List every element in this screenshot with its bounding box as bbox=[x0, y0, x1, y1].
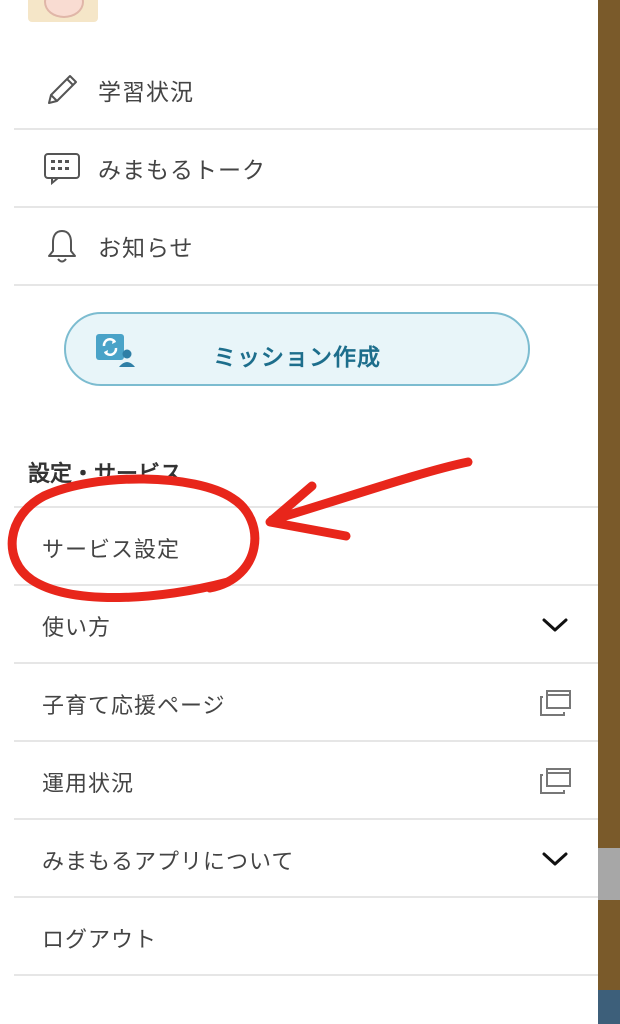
menu-item-learning-status[interactable]: 学習状況 bbox=[14, 52, 598, 130]
chat-board-icon bbox=[42, 148, 82, 188]
settings-item-how-to-use[interactable]: 使い方 bbox=[14, 586, 598, 664]
background-page-edge bbox=[598, 0, 620, 1024]
settings-item-logout[interactable]: ログアウト bbox=[14, 898, 598, 976]
settings-item-parenting-support[interactable]: 子育て応援ページ bbox=[14, 664, 598, 742]
external-window-icon bbox=[538, 686, 572, 720]
settings-item-label: サービス設定 bbox=[42, 538, 181, 563]
chevron-down-icon[interactable] bbox=[538, 608, 572, 642]
settings-item-label: みまもるアプリについて bbox=[42, 850, 295, 875]
create-mission-button[interactable]: ミッション作成 bbox=[64, 312, 530, 386]
settings-item-label: 子育て応援ページ bbox=[42, 694, 226, 719]
navigation-drawer: 学習状況 みまもるトーク お知らせ ミッション作成 設定・サービス サービス設定… bbox=[0, 0, 598, 1024]
menu-item-notifications[interactable]: お知らせ bbox=[14, 208, 598, 286]
menu-item-mimamoru-talk[interactable]: みまもるトーク bbox=[14, 130, 598, 208]
settings-item-label: 使い方 bbox=[42, 616, 112, 641]
settings-item-operation-status[interactable]: 運用状況 bbox=[14, 742, 598, 820]
settings-item-label: ログアウト bbox=[42, 928, 158, 953]
settings-item-about-app[interactable]: みまもるアプリについて bbox=[14, 820, 598, 898]
create-mission-label: ミッション作成 bbox=[213, 345, 381, 371]
pencil-icon bbox=[42, 70, 82, 110]
background-block bbox=[598, 848, 620, 900]
settings-item-service-settings[interactable]: サービス設定 bbox=[14, 508, 598, 586]
chevron-down-icon[interactable] bbox=[538, 842, 572, 876]
menu-item-label: 学習状況 bbox=[98, 80, 194, 106]
external-window-icon bbox=[538, 764, 572, 798]
avatar[interactable] bbox=[28, 0, 98, 22]
menu-item-label: お知らせ bbox=[98, 236, 194, 262]
settings-section-heading: 設定・サービス bbox=[28, 462, 183, 487]
settings-item-label: 運用状況 bbox=[42, 772, 135, 797]
background-block bbox=[598, 990, 620, 1024]
menu-item-label: みまもるトーク bbox=[98, 158, 266, 184]
bell-icon bbox=[42, 226, 82, 266]
